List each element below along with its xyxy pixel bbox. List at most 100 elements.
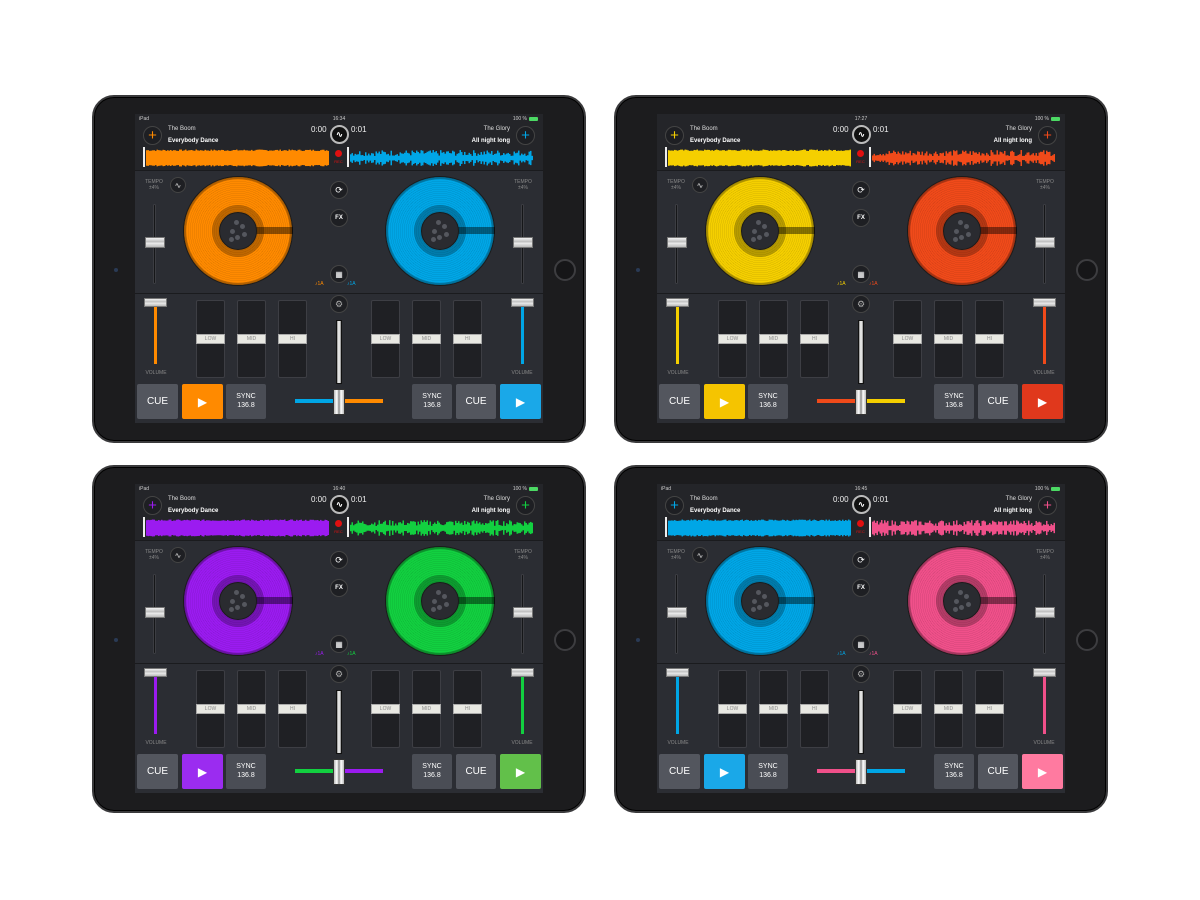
fx-button[interactable]: FX [330,209,348,227]
record-button[interactable] [857,150,864,157]
right-tempo-fader[interactable] [1035,607,1055,618]
app-logo-icon[interactable]: ∿ [852,495,871,514]
right-waveform[interactable] [350,519,533,542]
crossfader[interactable] [855,389,867,415]
left-cue-button[interactable]: CUE [137,754,178,789]
master-fader[interactable] [858,320,864,384]
left-add-track-button[interactable]: + [143,496,162,515]
left-eq-mid[interactable]: MID [759,300,788,378]
waveform-view-button[interactable]: ∿ [692,547,708,563]
left-eq-low-knob[interactable]: LOW [718,704,747,714]
right-eq-hi[interactable]: HI [975,300,1004,378]
left-cue-button[interactable]: CUE [659,384,700,419]
right-sync-button[interactable]: SYNC 136.8 [934,754,974,789]
left-eq-low-knob[interactable]: LOW [718,334,747,344]
left-eq-hi-knob[interactable]: HI [800,704,829,714]
fx-button[interactable]: FX [330,579,348,597]
left-eq-hi-knob[interactable]: HI [278,334,307,344]
pads-button[interactable]: ▦ [852,635,870,653]
left-eq-low-knob[interactable]: LOW [196,334,225,344]
loop-button[interactable]: ⟳ [852,181,870,199]
right-add-track-button[interactable]: + [1038,126,1057,145]
app-logo-icon[interactable]: ∿ [330,125,349,144]
right-eq-mid-knob[interactable]: MID [934,704,963,714]
right-eq-low[interactable]: LOW [893,300,922,378]
left-eq-hi[interactable]: HI [800,670,829,748]
waveform-view-button[interactable]: ∿ [170,177,186,193]
right-eq-hi-knob[interactable]: HI [453,334,482,344]
left-eq-low[interactable]: LOW [196,670,225,748]
right-cue-button[interactable]: CUE [456,384,496,419]
right-volume-fader[interactable] [1033,298,1056,307]
left-eq-hi-knob[interactable]: HI [278,704,307,714]
left-eq-mid-knob[interactable]: MID [237,704,266,714]
master-fader[interactable] [336,690,342,754]
left-play-button[interactable]: ▶ [704,384,745,419]
right-eq-low[interactable]: LOW [371,670,400,748]
left-eq-mid[interactable]: MID [759,670,788,748]
right-eq-mid-knob[interactable]: MID [412,704,441,714]
right-eq-mid[interactable]: MID [412,670,441,748]
app-logo-icon[interactable]: ∿ [852,125,871,144]
right-play-button[interactable]: ▶ [1022,384,1063,419]
loop-button[interactable]: ⟳ [330,551,348,569]
left-add-track-button[interactable]: + [665,496,684,515]
left-volume-fader[interactable] [144,298,167,307]
crossfader[interactable] [855,759,867,785]
right-eq-mid-knob[interactable]: MID [934,334,963,344]
pads-button[interactable]: ▦ [852,265,870,283]
home-button[interactable] [1076,629,1098,651]
crossfader[interactable] [333,389,345,415]
left-eq-low-knob[interactable]: LOW [196,704,225,714]
right-eq-low[interactable]: LOW [371,300,400,378]
right-eq-mid[interactable]: MID [412,300,441,378]
right-cue-button[interactable]: CUE [978,754,1018,789]
right-eq-hi-knob[interactable]: HI [453,704,482,714]
home-button[interactable] [554,629,576,651]
left-tempo-fader[interactable] [145,607,165,618]
right-eq-low[interactable]: LOW [893,670,922,748]
home-button[interactable] [554,259,576,281]
right-sync-button[interactable]: SYNC 136.8 [412,384,452,419]
record-button[interactable] [857,520,864,527]
settings-button[interactable]: ⚙ [852,665,870,683]
right-eq-hi[interactable]: HI [975,670,1004,748]
loop-button[interactable]: ⟳ [330,181,348,199]
right-eq-low-knob[interactable]: LOW [893,704,922,714]
left-volume-fader[interactable] [666,668,689,677]
right-eq-mid[interactable]: MID [934,670,963,748]
left-eq-mid-knob[interactable]: MID [237,334,266,344]
right-eq-low-knob[interactable]: LOW [893,334,922,344]
left-cue-button[interactable]: CUE [659,754,700,789]
fx-button[interactable]: FX [852,209,870,227]
left-waveform[interactable] [146,149,329,172]
loop-button[interactable]: ⟳ [852,551,870,569]
right-tempo-fader[interactable] [1035,237,1055,248]
left-sync-button[interactable]: SYNC 136.8 [226,384,266,419]
right-add-track-button[interactable]: + [1038,496,1057,515]
home-button[interactable] [1076,259,1098,281]
settings-button[interactable]: ⚙ [852,295,870,313]
left-sync-button[interactable]: SYNC 136.8 [748,384,788,419]
pads-button[interactable]: ▦ [330,635,348,653]
pads-button[interactable]: ▦ [330,265,348,283]
fx-button[interactable]: FX [852,579,870,597]
right-tempo-fader[interactable] [513,607,533,618]
left-eq-hi[interactable]: HI [278,670,307,748]
right-tempo-fader[interactable] [513,237,533,248]
right-add-track-button[interactable]: + [516,126,535,145]
right-volume-fader[interactable] [1033,668,1056,677]
record-button[interactable] [335,520,342,527]
settings-button[interactable]: ⚙ [330,295,348,313]
right-eq-mid[interactable]: MID [934,300,963,378]
left-eq-mid-knob[interactable]: MID [759,334,788,344]
right-cue-button[interactable]: CUE [456,754,496,789]
left-waveform[interactable] [668,149,851,172]
right-play-button[interactable]: ▶ [500,754,541,789]
right-eq-hi-knob[interactable]: HI [975,704,1004,714]
left-waveform[interactable] [668,519,851,542]
left-tempo-fader[interactable] [667,607,687,618]
left-cue-button[interactable]: CUE [137,384,178,419]
right-waveform[interactable] [350,149,533,172]
crossfader[interactable] [333,759,345,785]
